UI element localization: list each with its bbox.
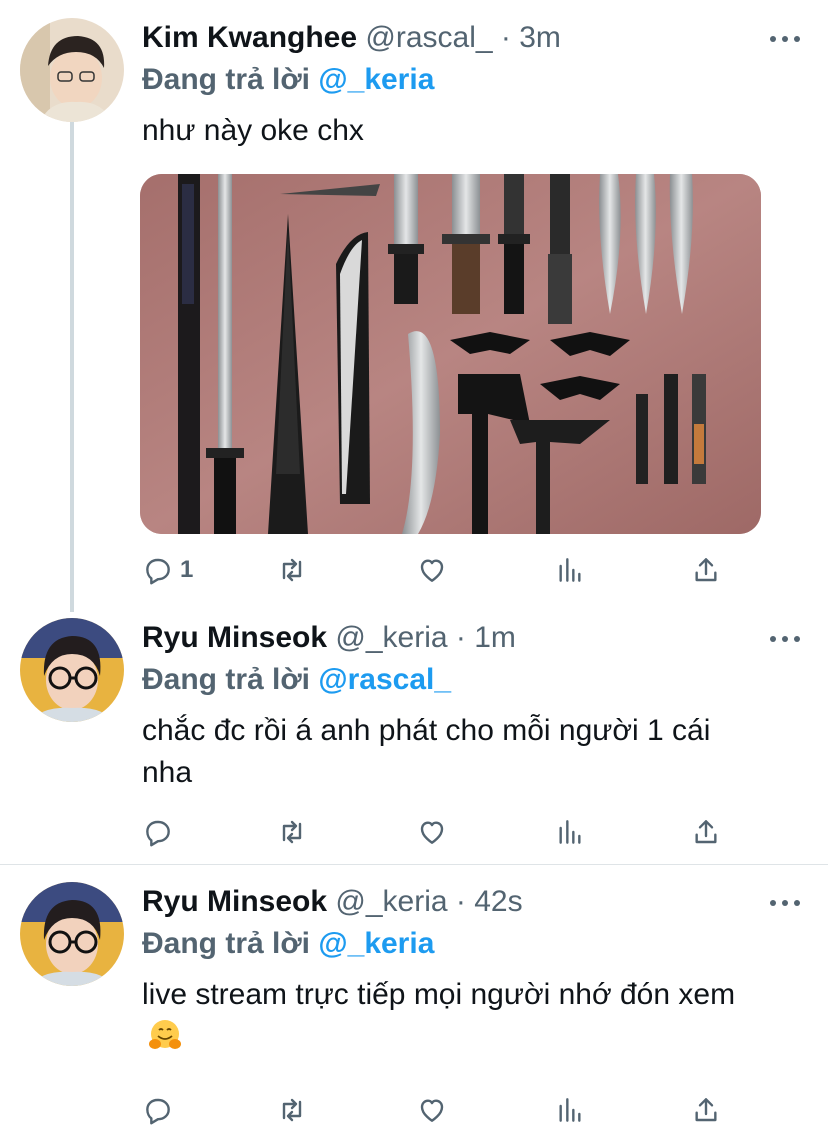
timestamp[interactable]: 3m [519,21,561,54]
tweet-1[interactable]: Kim Kwanghee @rascal_ · 3m Đang trả lời … [0,0,828,612]
share-button[interactable] [690,1092,722,1128]
share-button[interactable] [690,552,722,588]
more-icon[interactable] [770,633,800,643]
replying-prefix: Đang trả lời [142,663,311,696]
tweet-actions: 1 [140,552,740,588]
analytics-icon [559,820,581,844]
replying-to: Đang trả lời @_keria [142,924,434,964]
avatar[interactable] [20,18,124,122]
tweet-header: Ryu Minseok @_keria · 42s [142,882,758,922]
tweet-actions [140,1092,740,1128]
thread-line [70,122,74,612]
user-handle[interactable]: @_keria [335,885,447,918]
like-icon [420,821,444,844]
separator: · [455,621,466,654]
reply-icon [146,558,170,585]
reply-button[interactable] [142,1092,174,1128]
tweet-3[interactable]: Ryu Minseok @_keria · 42s Đang trả lời @… [0,864,828,1141]
tweet-actions [140,814,740,850]
mention-link[interactable]: @_keria [318,927,434,960]
reply-icon [146,820,170,847]
like-button[interactable] [416,814,448,850]
user-handle[interactable]: @_keria [335,621,447,654]
replying-prefix: Đang trả lời [142,927,311,960]
share-icon [695,558,717,582]
retweet-button[interactable] [276,1092,308,1128]
analytics-button[interactable] [554,552,586,588]
retweet-icon [282,820,302,844]
more-icon[interactable] [770,33,800,43]
user-handle[interactable]: @rascal_ [365,21,492,54]
mention-link[interactable]: @_keria [318,63,434,96]
more-icon[interactable] [770,897,800,907]
tweet-text: live stream trực tiếp mọi người nhớ đón … [142,974,768,1058]
replying-prefix: Đang trả lời [142,63,311,96]
like-button[interactable] [416,552,448,588]
reply-count: 1 [180,556,194,583]
retweet-icon [282,1098,302,1122]
tweet-image[interactable] [140,174,761,534]
display-name[interactable]: Kim Kwanghee [142,21,357,54]
retweet-icon [282,558,302,582]
like-icon [420,1099,444,1122]
retweet-button[interactable] [276,552,308,588]
share-icon [695,1098,717,1122]
separator: · [500,21,511,54]
tweet-2[interactable]: Ryu Minseok @_keria · 1m Đang trả lời @r… [0,600,828,864]
retweet-button[interactable] [276,814,308,850]
replying-to: Đang trả lời @rascal_ [142,660,451,700]
mention-link[interactable]: @rascal_ [318,663,451,696]
like-icon [420,559,444,582]
analytics-icon [559,558,581,582]
analytics-button[interactable] [554,814,586,850]
analytics-icon [559,1098,581,1122]
tweet-text-content: live stream trực tiếp mọi người nhớ đón … [142,978,736,1011]
avatar[interactable] [20,618,124,722]
timestamp[interactable]: 42s [474,885,522,918]
tweet-text: chắc đc rồi á anh phát cho mỗi người 1 c… [142,714,711,789]
tweet-text: như này oke chx [142,114,364,147]
reply-button[interactable] [142,814,174,850]
separator: · [455,885,466,918]
share-icon [695,820,717,844]
analytics-button[interactable] [554,1092,586,1128]
display-name[interactable]: Ryu Minseok [142,885,327,918]
reply-icon [146,1098,170,1125]
tweet-header: Kim Kwanghee @rascal_ · 3m [142,18,758,58]
tweet-header: Ryu Minseok @_keria · 1m [142,618,758,658]
timestamp[interactable]: 1m [474,621,516,654]
replying-to: Đang trả lời @_keria [142,60,434,100]
share-button[interactable] [690,814,722,850]
display-name[interactable]: Ryu Minseok [142,621,327,654]
avatar[interactable] [20,882,124,986]
hugging-face-emoji [148,1018,182,1052]
reply-button[interactable]: 1 [142,552,193,588]
like-button[interactable] [416,1092,448,1128]
